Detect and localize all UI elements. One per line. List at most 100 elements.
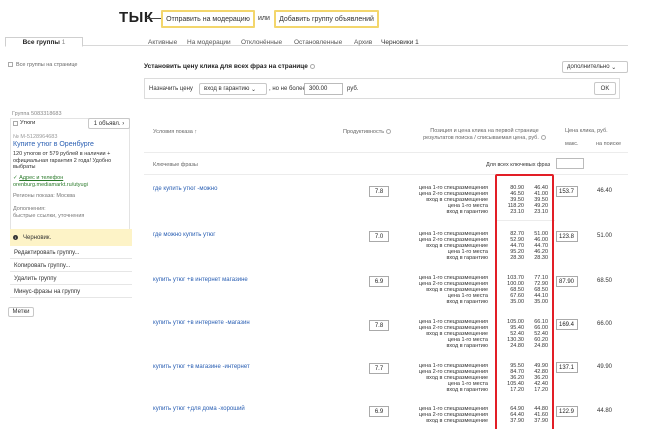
group-checkbox[interactable] [13, 121, 18, 126]
position-labels: цена 1-го спецразмещения цена 2-го спецр… [390, 185, 488, 215]
additions-label: Дополнения: [13, 206, 46, 212]
ad-text: 120 утюгов от 579 рублей в наличии + офи… [13, 151, 112, 170]
bid-mode-dropdown[interactable]: вход в гарантию ⌄ [199, 83, 267, 95]
all-groups-checkbox-label: Все группы на странице [16, 62, 78, 68]
or-text: или [258, 15, 270, 22]
address-link-label: Адрес и телефон [19, 175, 64, 181]
tab-on-moderation[interactable]: На модерации [187, 39, 231, 46]
limit-input[interactable]: 300.00 [304, 83, 343, 95]
position-label: вход в гарантию [446, 343, 488, 350]
tab-all-groups-label: Все группы [22, 38, 60, 46]
keyword-link[interactable]: купить утюг +для дома -хороший [153, 406, 245, 412]
help-icon[interactable] [309, 63, 315, 69]
search-price: 66.00 [597, 321, 613, 327]
position-label: вход в гарантию [446, 387, 488, 394]
position-labels: цена 1-го спецразмещения цена 2-го спецр… [390, 363, 488, 393]
productivity-value: 6.9 [369, 406, 389, 417]
regions-text: Регионы показа: Москва [13, 193, 76, 199]
ads-count-label: 1 объявл. [93, 120, 121, 127]
ok-button-label: OK [600, 85, 610, 92]
ok-button[interactable]: OK [594, 82, 616, 95]
col-bid-header: Цена клика, руб. [565, 128, 608, 134]
max-bid-input[interactable]: 123.8 [556, 231, 578, 242]
all-groups-checkbox[interactable] [8, 62, 13, 67]
keyword-link[interactable]: где можно купить утюг [153, 232, 215, 238]
productivity-value: 7.7 [369, 363, 389, 374]
position-labels: цена 1-го спецразмещения цена 2-го спецр… [390, 406, 488, 424]
col-productivity-label: Продуктивность [343, 129, 385, 135]
set-bid-title-text: Установить цену клика для всех фраз на с… [144, 63, 308, 70]
keyword-link[interactable]: где купить утюг -можно [153, 186, 217, 192]
add-ad-group-button[interactable]: Добавить группу объявлений [274, 10, 379, 28]
max-bid-input[interactable]: 122.9 [556, 406, 578, 417]
tab-archive[interactable]: Архив [354, 39, 372, 46]
keyphrases-label: Ключевые фразы [153, 162, 198, 168]
productivity-value: 7.0 [369, 231, 389, 242]
col-conditions-header[interactable]: Условия показа ↑ [153, 129, 197, 136]
set-bid-title: Установить цену клика для всех фраз на с… [144, 63, 315, 70]
position-labels: цена 1-го спецразмещения цена 2-го спецр… [390, 275, 488, 305]
productivity-value: 6.9 [369, 276, 389, 287]
keyword-link[interactable]: купить утюг +в интернет магазине [153, 277, 248, 283]
pin-icon: ✓ [13, 175, 18, 181]
chevron-down-icon: ⌄ [251, 86, 257, 93]
position-label: вход в гарантию [446, 255, 488, 262]
productivity-value: 7.8 [369, 320, 389, 331]
ad-number: № M-5128964683 [13, 134, 58, 140]
tab-stopped[interactable]: Остановленные [294, 39, 342, 46]
address-link[interactable]: ✓ Адрес и телефон [13, 175, 63, 181]
tab-drafts[interactable]: Черновики 1 [381, 39, 419, 46]
draft-status-label: Черновик. [23, 234, 52, 241]
all-phrases-label: Для всех ключевых фраз [486, 162, 551, 168]
max-bid-input[interactable]: 169.4 [556, 319, 578, 330]
search-price: 46.40 [597, 188, 613, 194]
info-icon: i [13, 235, 18, 240]
col-position-label: Позиция и цена клика на первой странице … [423, 128, 539, 142]
annotation-pointer-line [146, 18, 161, 19]
tab-rejected[interactable]: Отклонённые [241, 39, 282, 46]
assign-price-label: Назначить цену [149, 86, 193, 92]
tab-active[interactable]: Активные [148, 39, 177, 46]
bid-mode-dropdown-value: вход в гарантию [204, 86, 250, 92]
tags-button[interactable]: Метки [8, 307, 34, 317]
max-bid-input[interactable]: 137.1 [556, 362, 578, 373]
advanced-dropdown[interactable]: дополнительно ⌄ [562, 61, 628, 73]
limit-label: , но не более [269, 86, 306, 92]
position-labels: цена 1-го спецразмещения цена 2-го спецр… [390, 319, 488, 349]
col-on-search-header: на поиске [596, 141, 622, 147]
col-position-header: Позиция и цена клика на первой странице … [422, 128, 547, 143]
keyword-link[interactable]: купить утюг +в интернете -магазин [153, 320, 250, 326]
position-label: вход в гарантию [446, 299, 488, 306]
ad-url[interactable]: orenburg.mediamarkt.ru/utyugi [13, 182, 88, 188]
col-max-header: макс. [565, 141, 579, 147]
help-icon[interactable] [540, 135, 546, 141]
search-price: 44.80 [597, 408, 613, 414]
help-icon[interactable] [386, 129, 392, 135]
advanced-dropdown-label: дополнительно [567, 64, 610, 70]
ads-count-button[interactable]: 1 объявл. › [88, 118, 130, 129]
currency-label: руб. [347, 86, 359, 92]
keyword-link[interactable]: купить утюг +в магазине -интернет [153, 364, 250, 370]
position-label: вход в гарантию [446, 209, 488, 216]
header-divider [144, 152, 628, 153]
copy-group-link[interactable]: Копировать группу... [10, 260, 132, 272]
edit-group-link[interactable]: Редактировать группу... [10, 247, 132, 259]
position-label: вход в спецразмещение [426, 418, 488, 425]
search-price: 68.50 [597, 278, 613, 284]
all-phrases-bid-input[interactable] [556, 158, 584, 169]
tab-all-groups[interactable]: Все группы 1 [5, 37, 83, 47]
position-labels: цена 1-го спецразмещения цена 2-го спецр… [390, 231, 488, 261]
additions-value: быстрые ссылки, уточнения [13, 213, 85, 219]
subheader-divider [144, 174, 628, 175]
highlight-annotation-box [495, 174, 554, 429]
productivity-value: 7.8 [369, 186, 389, 197]
tab-all-groups-count: 1 [61, 38, 66, 46]
max-bid-input[interactable]: 87.90 [556, 276, 578, 287]
col-productivity-header: Продуктивность [343, 129, 392, 136]
ad-title[interactable]: Купите утюг в Оренбурге [13, 141, 94, 148]
max-bid-input[interactable]: 153.7 [556, 186, 578, 197]
group-name: Утюги [20, 120, 36, 126]
delete-group-link[interactable]: Удалить группу [10, 273, 132, 285]
minus-phrases-link[interactable]: Минус-фразы на группу [10, 286, 132, 298]
send-to-moderation-button[interactable]: Отправить на модерацию [161, 10, 255, 28]
